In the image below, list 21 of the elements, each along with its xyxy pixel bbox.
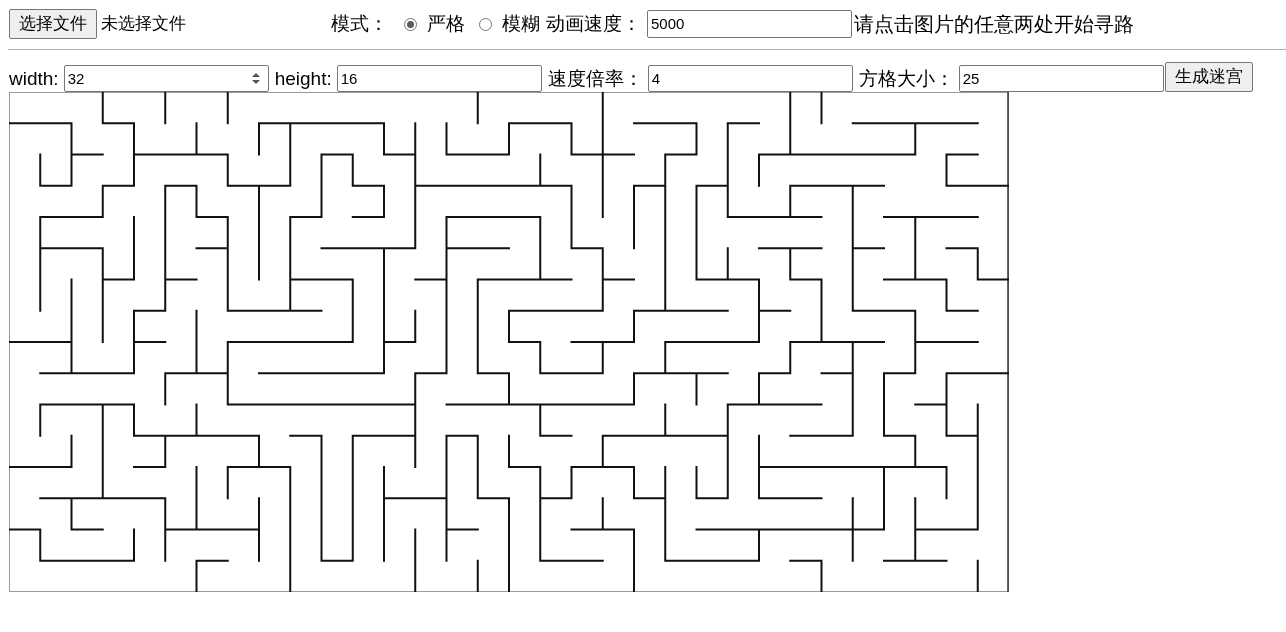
maze-drawing[interactable] xyxy=(9,92,1009,592)
setting-label: 方格大小： xyxy=(858,67,954,90)
setting-label: height: xyxy=(274,67,332,90)
mode-label: 模式： xyxy=(331,13,388,35)
text-field[interactable]: 25 xyxy=(958,65,1164,92)
generate-maze-button[interactable]: 生成迷宫 xyxy=(1164,62,1253,92)
radio-icon[interactable] xyxy=(479,17,492,31)
choose-file-button[interactable]: 选择文件 xyxy=(9,9,97,39)
number-field[interactable]: 32 xyxy=(63,65,269,92)
spinner-icon[interactable] xyxy=(251,72,260,85)
no-file-label: 未选择文件 xyxy=(101,14,186,34)
setting-label: 速度倍率： xyxy=(547,67,643,90)
animation-speed-field[interactable]: 5000 xyxy=(647,10,852,38)
mode-option-label[interactable]: 模糊 xyxy=(502,13,540,35)
text-field[interactable]: 4 xyxy=(647,65,853,92)
animation-speed-label: 动画速度： xyxy=(546,13,641,35)
text-field[interactable]: 16 xyxy=(336,65,542,92)
setting-label: width: xyxy=(9,67,59,90)
mode-option-label[interactable]: 严格 xyxy=(427,13,465,35)
radio-icon[interactable] xyxy=(404,17,417,31)
hint-text: 请点击图片的任意两处开始寻路 xyxy=(854,12,1134,36)
